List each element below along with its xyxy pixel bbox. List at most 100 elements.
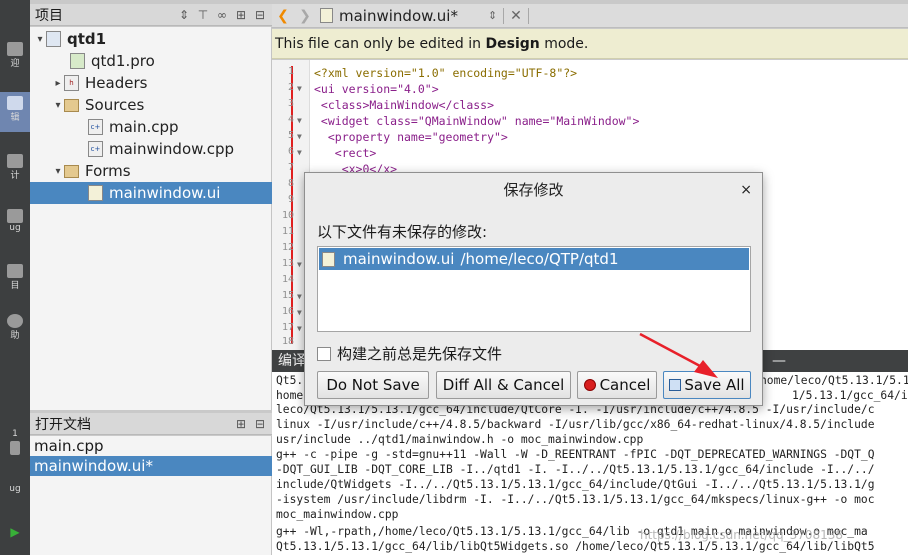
tree-item-project[interactable]: ▾ qtd1: [30, 28, 272, 50]
forms-folder-icon: [64, 164, 79, 178]
ui-file-icon: [322, 251, 335, 267]
line-number: 10: [281, 210, 294, 221]
code-line: <widget class="QMainWindow" name="MainWi…: [314, 114, 640, 128]
qt-project-icon: [46, 31, 61, 47]
kit-selector-label: 1: [12, 429, 18, 439]
line-number: 11: [281, 226, 294, 237]
pro-file-icon: [70, 53, 85, 69]
cancel-button[interactable]: Cancel: [577, 371, 657, 399]
editor-file-title[interactable]: mainwindow.ui*: [339, 7, 458, 25]
diff-all-cancel-button[interactable]: Diff All & Cancel: [436, 371, 571, 399]
sources-folder-icon: [64, 98, 79, 112]
line-number: 12: [281, 242, 294, 253]
fold-arrow-icon[interactable]: ▼: [297, 148, 307, 157]
dialog-title: 保存修改: [503, 181, 564, 199]
filter-icon[interactable]: ⊤: [195, 7, 211, 23]
line-number: 16: [281, 306, 294, 317]
save-changes-dialog: 保存修改 × 以下文件有未保存的修改: mainwindow.ui /home/…: [304, 172, 763, 406]
mode-debug-run-label: ug: [9, 484, 21, 494]
line-number: 2: [287, 82, 294, 93]
document-dropdown-icon[interactable]: ⇕: [488, 9, 497, 22]
line-number: 15: [281, 290, 294, 301]
kit-selector[interactable]: 1: [0, 425, 30, 455]
fold-arrow-icon[interactable]: ▼: [297, 132, 307, 141]
output-line: g++ -c -pipe -g -std=gnu++11 -Wall -W -D…: [276, 448, 875, 461]
back-arrow-icon[interactable]: ❮: [272, 8, 294, 24]
expand-arrow-icon[interactable]: ▾: [34, 34, 46, 45]
output-line-fragment: 1/5.13.1/gcc_64/i: [792, 389, 908, 402]
expand-arrow-icon[interactable]: ▾: [52, 166, 64, 177]
info-text-prefix: This file can only be edited in: [275, 36, 486, 52]
line-number: 1: [287, 66, 294, 77]
debug-icon: [7, 209, 23, 223]
output-line: home: [276, 389, 304, 402]
design-mode-info-bar: This file can only be edited in Design m…: [272, 29, 908, 59]
minimize-output-icon[interactable]: —: [772, 350, 786, 372]
code-line: <rect>: [314, 146, 377, 160]
close-icon[interactable]: ×: [740, 173, 752, 207]
tree-item-forms[interactable]: ▾ Forms: [30, 160, 272, 182]
code-line: <property name="geometry">: [314, 130, 508, 144]
line-number: 13: [281, 258, 294, 269]
fold-arrow-icon[interactable]: ▼: [297, 116, 307, 125]
tree-item-mainwindow-cpp[interactable]: c+ mainwindow.cpp: [30, 138, 272, 160]
open-doc-main-cpp[interactable]: main.cpp: [30, 436, 272, 456]
mode-projects[interactable]: 目: [0, 260, 30, 300]
sort-icon[interactable]: ⇕: [176, 7, 192, 23]
run-icon[interactable]: ▶: [0, 525, 30, 545]
tree-item-main-cpp[interactable]: c+ main.cpp: [30, 116, 272, 138]
close-document-icon[interactable]: ✕: [510, 8, 522, 24]
unsaved-file-name: mainwindow.ui: [343, 250, 455, 268]
mode-debug-label: ug: [9, 223, 21, 233]
mode-edit-label: 辑: [10, 113, 20, 123]
mode-welcome-label: 迎: [10, 59, 20, 69]
info-text-suffix: mode.: [539, 36, 589, 52]
compile-output-title: 编译: [278, 353, 306, 369]
mode-debug-run[interactable]: ug: [0, 480, 30, 510]
toolbar-separator: [503, 7, 505, 24]
ui-file-icon: [320, 8, 333, 23]
cpp-file-icon: c+: [88, 119, 103, 135]
tree-item-sources[interactable]: ▾ Sources: [30, 94, 272, 116]
forward-arrow-icon[interactable]: ❯: [294, 8, 316, 24]
mode-help[interactable]: 助: [0, 310, 30, 350]
mode-edit[interactable]: 辑: [0, 92, 30, 132]
tree-item-headers[interactable]: ▸ h Headers: [30, 72, 272, 94]
tree-item-mainwindow-ui[interactable]: mainwindow.ui: [30, 182, 272, 204]
help-icon: [7, 314, 23, 328]
close-panel-icon[interactable]: ⊟: [252, 7, 268, 23]
unsaved-files-list[interactable]: mainwindow.ui /home/leco/QTP/qtd1: [317, 246, 751, 332]
project-tree: ▾ qtd1 qtd1.pro ▸ h Headers ▾ Sources c+…: [30, 27, 272, 410]
tree-item-label: qtd1.pro: [91, 52, 155, 70]
line-number: 7: [287, 162, 294, 173]
fold-arrow-icon[interactable]: ▼: [297, 84, 307, 93]
save-all-button[interactable]: Save All: [663, 371, 751, 399]
mode-debug[interactable]: ug: [0, 205, 30, 245]
tree-item-label: main.cpp: [109, 118, 179, 136]
open-docs-tools: ⊞ ⊟: [233, 416, 272, 432]
do-not-save-button[interactable]: Do Not Save: [317, 371, 429, 399]
save-before-build-option[interactable]: 构建之前总是先保存文件: [317, 343, 502, 364]
save-before-build-checkbox[interactable]: [317, 346, 331, 361]
expand-arrow-icon[interactable]: ▾: [52, 100, 64, 111]
output-line: moc_mainwindow.cpp: [276, 508, 399, 521]
edit-icon: [7, 96, 23, 110]
info-text-bold: Design: [485, 36, 540, 52]
line-number: 5: [287, 130, 294, 141]
collapse-arrow-icon[interactable]: ▸: [52, 78, 64, 89]
split-icon[interactable]: ⊞: [233, 416, 249, 432]
mode-welcome[interactable]: 迎: [0, 38, 30, 78]
open-docs-list: main.cpp mainwindow.ui*: [30, 436, 272, 555]
mode-sidebar: 迎 辑 计 ug 目 助 1 ug ▶: [0, 0, 30, 555]
mode-help-label: 助: [10, 331, 20, 341]
split-icon[interactable]: ⊞: [233, 7, 249, 23]
save-before-build-label: 构建之前总是先保存文件: [337, 345, 503, 363]
save-all-label: Save All: [684, 376, 745, 394]
link-icon[interactable]: ∞: [214, 7, 230, 23]
tree-item-pro[interactable]: qtd1.pro: [30, 50, 272, 72]
mode-design[interactable]: 计: [0, 150, 30, 190]
close-panel-icon[interactable]: ⊟: [252, 416, 268, 432]
unsaved-file-item[interactable]: mainwindow.ui /home/leco/QTP/qtd1: [319, 248, 749, 270]
open-doc-mainwindow-ui[interactable]: mainwindow.ui*: [30, 456, 272, 476]
tree-item-label: mainwindow.cpp: [109, 140, 235, 158]
